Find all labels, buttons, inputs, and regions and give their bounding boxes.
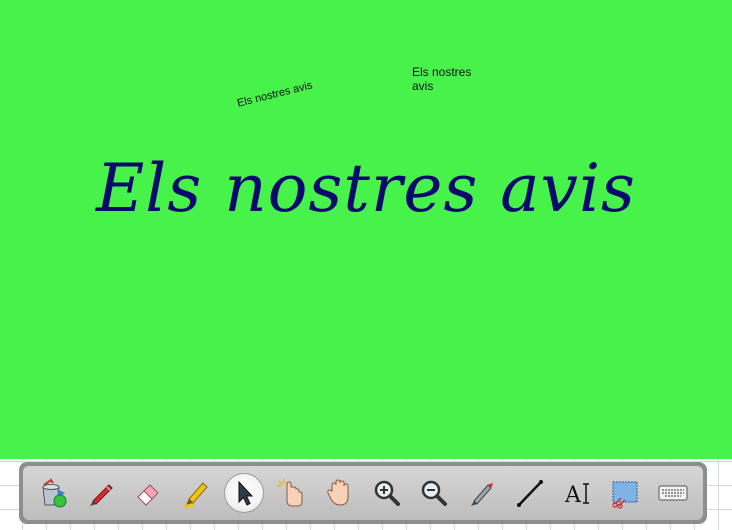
magic-pen-button[interactable]	[462, 473, 502, 513]
screen-capture-button[interactable]	[605, 473, 645, 513]
text-object-rotated[interactable]: Els nostres avis	[236, 79, 317, 111]
eraser-icon	[137, 484, 159, 506]
keyboard-icon	[658, 485, 688, 501]
hand-icon	[327, 479, 349, 506]
line-button[interactable]	[510, 473, 550, 513]
touch-button[interactable]	[271, 473, 311, 513]
svg-text:A: A	[564, 483, 582, 508]
whiteboard-canvas[interactable]: Els nostres avis Els nostres avis Els no…	[0, 0, 732, 459]
zoom-in-button[interactable]	[367, 473, 407, 513]
touch-hand-icon	[277, 479, 303, 507]
line-icon	[516, 480, 543, 507]
magic-pen-icon	[471, 483, 494, 506]
floating-toolbar: A	[19, 462, 707, 524]
pan-button[interactable]	[319, 473, 359, 513]
text-object-upright[interactable]: Els nostres avis	[412, 65, 492, 93]
zoom-out-icon	[422, 480, 448, 506]
highlighter-icon	[183, 482, 208, 508]
keyboard-button[interactable]	[653, 473, 693, 513]
text-button[interactable]: A	[558, 473, 598, 513]
zoom-in-icon	[374, 480, 400, 506]
handwritten-title[interactable]: Els nostres avis	[0, 150, 732, 227]
eraser-button[interactable]	[128, 473, 168, 513]
zoom-out-button[interactable]	[414, 473, 454, 513]
screen-capture-icon	[612, 481, 638, 509]
toolbar-tray: A	[23, 466, 703, 520]
select-button[interactable]	[223, 473, 264, 513]
paint-bucket-icon	[42, 478, 67, 508]
highlighter-button[interactable]	[176, 473, 216, 513]
pen-button[interactable]	[81, 473, 121, 513]
pen-icon	[89, 484, 113, 506]
text-icon: A	[564, 483, 589, 508]
cursor-arrow-icon	[238, 480, 253, 506]
fill-bucket-button[interactable]	[33, 473, 73, 513]
